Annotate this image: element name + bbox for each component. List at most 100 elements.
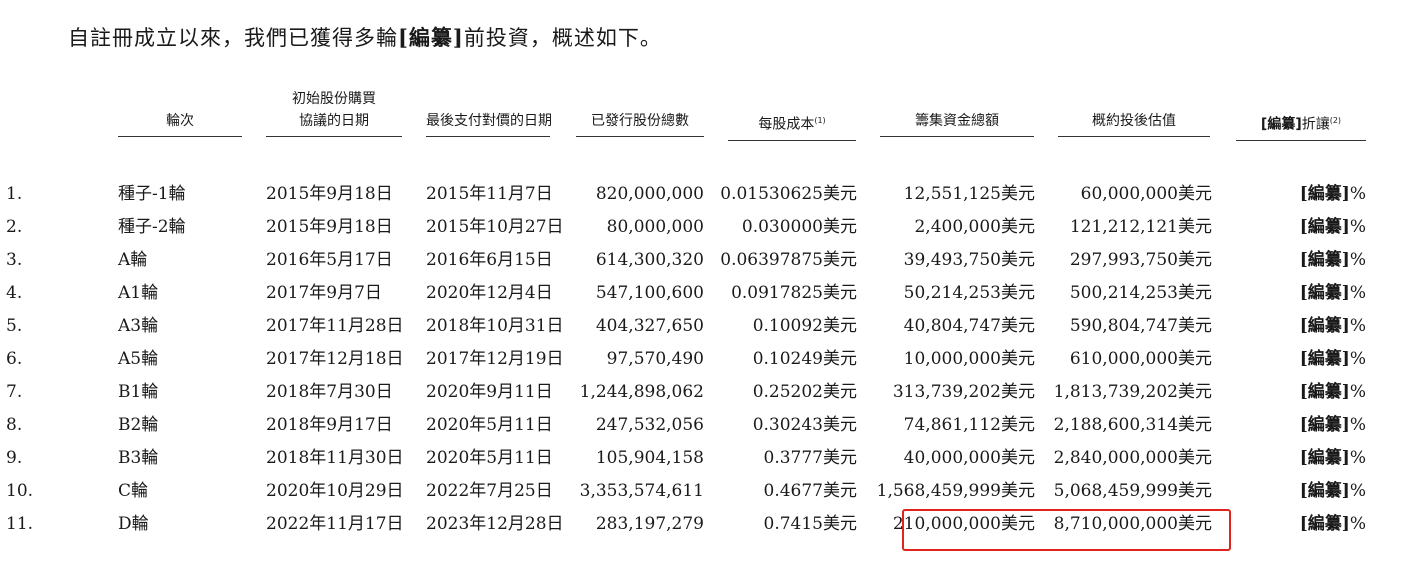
total-raised: 40,804,747美元 [903, 316, 1035, 336]
redaction-mark: [編纂] [1299, 184, 1350, 204]
table-row: 7. B1輪 2018年7月30日 2020年9月11日 1,244,898,062 0.… [0, 376, 1402, 409]
row-number: 5. [6, 316, 23, 336]
agreement-date: 2017年12月18日 [266, 349, 404, 369]
table-row: 4. A1輪 2017年9月7日 2020年12月4日 547,100,600 0.091… [0, 277, 1402, 310]
row-number: 3. [6, 250, 23, 270]
percent-sign: % [1349, 481, 1366, 501]
intro-paragraph: 自註冊成立以來，我們已獲得多輪[編纂]前投資，概述如下。 [68, 22, 662, 52]
percent-sign: % [1349, 448, 1366, 468]
round-name: A3輪 [118, 316, 159, 336]
final-payment-date: 2023年12月28日 [426, 514, 564, 534]
total-raised: 12,551,125美元 [903, 184, 1035, 204]
table-row: 9. B3輪 2018年11月30日 2020年5月11日 105,904,158 0.3… [0, 442, 1402, 475]
percent-sign: % [1349, 349, 1366, 369]
total-shares: 547,100,600 [595, 283, 704, 303]
header-cost-per-share: 每股成本(1) [728, 110, 856, 141]
redaction-mark: [編纂] [1299, 448, 1350, 468]
agreement-date: 2022年11月17日 [266, 514, 404, 534]
header-final-payment-date: 最後支付對價的日期 [426, 110, 552, 137]
row-number: 1. [6, 184, 23, 204]
cost-per-share: 0.06397875美元 [720, 250, 857, 270]
redaction-mark: [編纂] [1299, 217, 1350, 237]
discount-cell: [編纂]% [1300, 409, 1366, 442]
post-money-valuation: 2,188,600,314美元 [1053, 415, 1212, 435]
agreement-date: 2018年7月30日 [266, 382, 393, 402]
row-number: 2. [6, 217, 23, 237]
highlight-box [902, 509, 1231, 551]
redaction-mark: [編纂] [1299, 514, 1350, 534]
table-row: 2. 種子-2輪 2015年9月18日 2015年10月27日 80,000,000 0.… [0, 211, 1402, 244]
round-name: B2輪 [118, 415, 159, 435]
agreement-date: 2018年9月17日 [266, 415, 393, 435]
final-payment-date: 2016年6月15日 [426, 250, 553, 270]
cost-per-share: 0.3777美元 [763, 448, 857, 468]
header-agreement-date: 初始股份購買 協議的日期 [266, 88, 402, 137]
discount-cell: [編纂]% [1300, 310, 1366, 343]
agreement-date: 2017年9月7日 [266, 283, 382, 303]
round-name: A5輪 [118, 349, 159, 369]
row-number: 7. [6, 382, 23, 402]
header-total-shares: 已發行股份總數 [576, 110, 704, 137]
post-money-valuation: 1,813,739,202美元 [1053, 382, 1212, 402]
cost-per-share: 0.10249美元 [752, 349, 857, 369]
discount-cell: [編纂]% [1300, 244, 1366, 277]
redaction-mark: [編纂] [1299, 382, 1350, 402]
total-shares: 3,353,574,611 [579, 481, 704, 501]
percent-sign: % [1349, 382, 1366, 402]
post-money-valuation: 500,214,253美元 [1069, 283, 1212, 303]
intro-redaction: [編纂] [398, 25, 464, 50]
table-row: 5. A3輪 2017年11月28日 2018年10月31日 404,327,650 0.… [0, 310, 1402, 343]
cost-per-share: 0.7415美元 [763, 514, 857, 534]
final-payment-date: 2017年12月19日 [426, 349, 564, 369]
intro-prefix: 自註冊成立以來，我們已獲得多輪 [68, 26, 398, 50]
round-name: B3輪 [118, 448, 159, 468]
final-payment-date: 2022年7月25日 [426, 481, 553, 501]
discount-cell: [編纂]% [1300, 211, 1366, 244]
round-name: 種子-2輪 [118, 217, 186, 237]
cost-per-share: 0.01530625美元 [720, 184, 857, 204]
total-raised: 40,000,000美元 [903, 448, 1035, 468]
total-raised: 74,861,112美元 [903, 415, 1035, 435]
redaction-mark: [編纂] [1299, 349, 1350, 369]
header-discount: [編纂]折讓(2) [1236, 110, 1366, 141]
post-money-valuation: 610,000,000美元 [1069, 349, 1212, 369]
total-raised: 2,400,000美元 [914, 217, 1035, 237]
cost-per-share: 0.10092美元 [752, 316, 857, 336]
total-shares: 614,300,320 [595, 250, 704, 270]
post-money-valuation: 60,000,000美元 [1080, 184, 1212, 204]
round-name: 種子-1輪 [118, 184, 186, 204]
percent-sign: % [1349, 415, 1366, 435]
cost-per-share: 0.0917825美元 [731, 283, 857, 303]
round-name: B1輪 [118, 382, 159, 402]
final-payment-date: 2020年9月11日 [426, 382, 553, 402]
final-payment-date: 2015年11月7日 [426, 184, 553, 204]
note-1: (1) [814, 116, 826, 125]
total-shares: 247,532,056 [595, 415, 704, 435]
round-name: C輪 [118, 481, 149, 501]
redaction-mark: [編纂] [1299, 415, 1350, 435]
redaction-mark: [編纂] [1299, 250, 1350, 270]
redaction-mark: [編纂] [1299, 481, 1350, 501]
row-number: 10. [6, 481, 34, 501]
percent-sign: % [1349, 316, 1366, 336]
percent-sign: % [1349, 217, 1366, 237]
total-shares: 105,904,158 [595, 448, 704, 468]
row-number: 9. [6, 448, 23, 468]
table-row: 8. B2輪 2018年9月17日 2020年5月11日 247,532,056 0.30… [0, 409, 1402, 442]
final-payment-date: 2020年5月11日 [426, 415, 553, 435]
total-shares: 80,000,000 [606, 217, 704, 237]
cost-per-share: 0.25202美元 [752, 382, 857, 402]
table-row: 3. A輪 2016年5月17日 2016年6月15日 614,300,320 0.063… [0, 244, 1402, 277]
agreement-date: 2015年9月18日 [266, 184, 393, 204]
final-payment-date: 2018年10月31日 [426, 316, 564, 336]
header-round: 輪次 [118, 110, 242, 137]
post-money-valuation: 5,068,459,999美元 [1053, 481, 1212, 501]
cost-per-share: 0.4677美元 [763, 481, 857, 501]
post-money-valuation: 590,804,747美元 [1069, 316, 1212, 336]
agreement-date: 2020年10月29日 [266, 481, 404, 501]
intro-suffix: 前投資，概述如下。 [463, 26, 662, 50]
row-number: 8. [6, 415, 23, 435]
agreement-date: 2015年9月18日 [266, 217, 393, 237]
cost-per-share: 0.030000美元 [741, 217, 857, 237]
total-shares: 283,197,279 [595, 514, 704, 534]
